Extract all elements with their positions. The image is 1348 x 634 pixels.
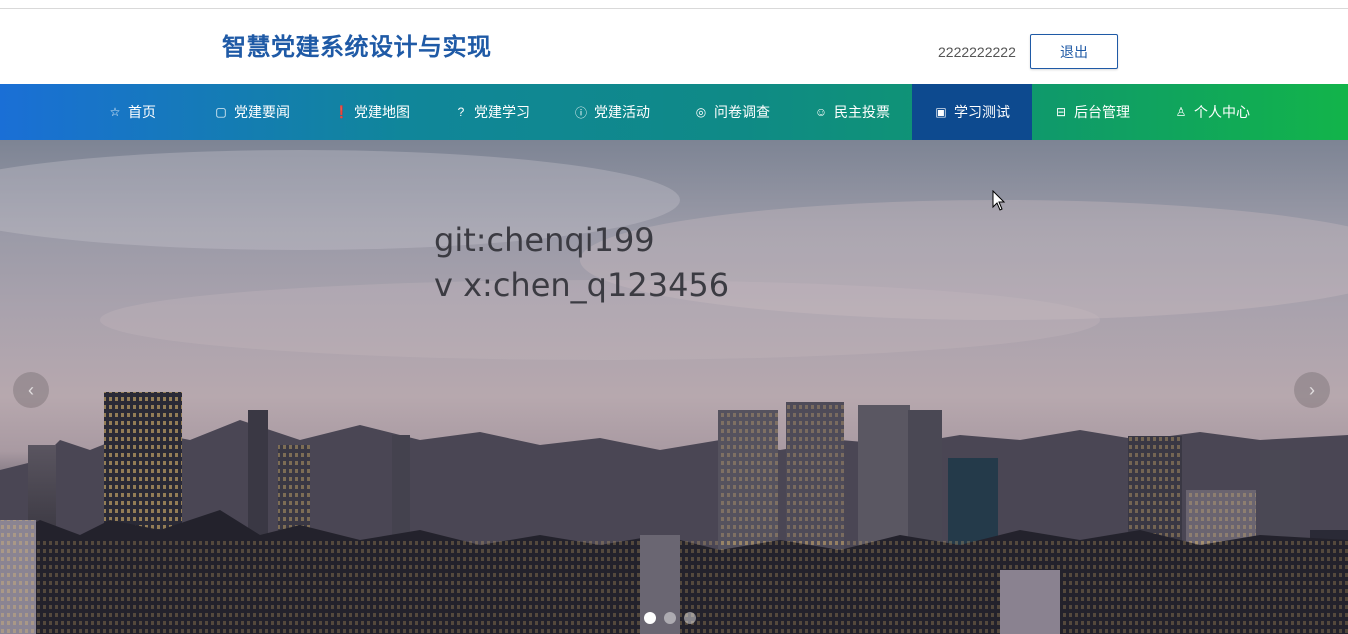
nav-item-label: 党建地图 xyxy=(354,104,410,120)
mouse-cursor-icon xyxy=(992,190,1006,211)
site-title: 智慧党建系统设计与实现 xyxy=(222,33,492,61)
carousel-next-button[interactable]: › xyxy=(1294,372,1330,408)
nav-item-label: 学习测试 xyxy=(954,104,1010,120)
main-nav: ☆ 首页 ▢ 党建要闻 ❗ 党建地图 ? 党建学习 ⓘ 党建活动 ◎ 问卷调查 ☺ 民主投票 … xyxy=(0,84,1348,140)
target-icon: ◎ xyxy=(695,105,707,119)
nav-item-label: 首页 xyxy=(128,104,156,120)
chevron-right-icon: › xyxy=(1309,379,1315,400)
carousel-dot-2[interactable] xyxy=(664,612,676,624)
nav-item-label: 个人中心 xyxy=(1194,104,1250,120)
banner-carousel: git:chenqi199 v x:chen_q123456 ‹ › xyxy=(0,140,1348,634)
smile-icon: ☺ xyxy=(814,105,828,119)
nav-item-party-study[interactable]: ? 党建学习 xyxy=(432,84,552,140)
top-border xyxy=(0,0,1348,9)
nav-item-label: 党建学习 xyxy=(474,104,530,120)
header: 智慧党建系统设计与实现 2222222222 退出 xyxy=(0,9,1348,84)
nav-item-label: 党建活动 xyxy=(594,104,650,120)
carousel-prev-button[interactable]: ‹ xyxy=(13,372,49,408)
nav-item-test[interactable]: ▣ 学习测试 xyxy=(912,84,1032,140)
nav-item-admin[interactable]: ⊟ 后台管理 xyxy=(1032,84,1152,140)
nav-item-vote[interactable]: ☺ 民主投票 xyxy=(792,84,912,140)
nav-item-label: 党建要闻 xyxy=(234,104,290,120)
nav-item-home[interactable]: ☆ 首页 xyxy=(72,84,192,140)
nav-item-survey[interactable]: ◎ 问卷调查 xyxy=(672,84,792,140)
question-icon: ? xyxy=(457,105,465,119)
carousel-indicators xyxy=(644,612,696,624)
nav-item-label: 问卷调查 xyxy=(714,104,770,120)
username: 2222222222 xyxy=(938,44,1016,60)
info-icon: ❗ xyxy=(334,105,349,119)
logout-button[interactable]: 退出 xyxy=(1030,34,1118,69)
nav-item-label: 民主投票 xyxy=(834,104,890,120)
nav-item-label: 后台管理 xyxy=(1074,104,1130,120)
banner-line-1: git:chenqi199 xyxy=(434,221,655,259)
chevron-left-icon: ‹ xyxy=(28,379,34,400)
user-icon: ♙ xyxy=(1175,105,1187,119)
nav-item-party-activity[interactable]: ⓘ 党建活动 xyxy=(552,84,672,140)
star-icon: ☆ xyxy=(109,105,121,119)
gift-icon: ⊟ xyxy=(1055,105,1067,119)
carousel-dot-3[interactable] xyxy=(684,612,696,624)
city-skyline-image xyxy=(0,150,1348,634)
banner-line-2: v x:chen_q123456 xyxy=(434,266,730,304)
nav-item-party-news[interactable]: ▢ 党建要闻 xyxy=(192,84,312,140)
banner-text: git:chenqi199 v x:chen_q123456 xyxy=(434,218,729,308)
info-circle-icon: ⓘ xyxy=(574,105,587,120)
bag-icon: ▢ xyxy=(215,105,227,119)
nav-item-party-map[interactable]: ❗ 党建地图 xyxy=(312,84,432,140)
carousel-dot-1[interactable] xyxy=(644,612,656,624)
nav-item-profile[interactable]: ♙ 个人中心 xyxy=(1152,84,1272,140)
camera-icon: ▣ xyxy=(935,105,947,119)
